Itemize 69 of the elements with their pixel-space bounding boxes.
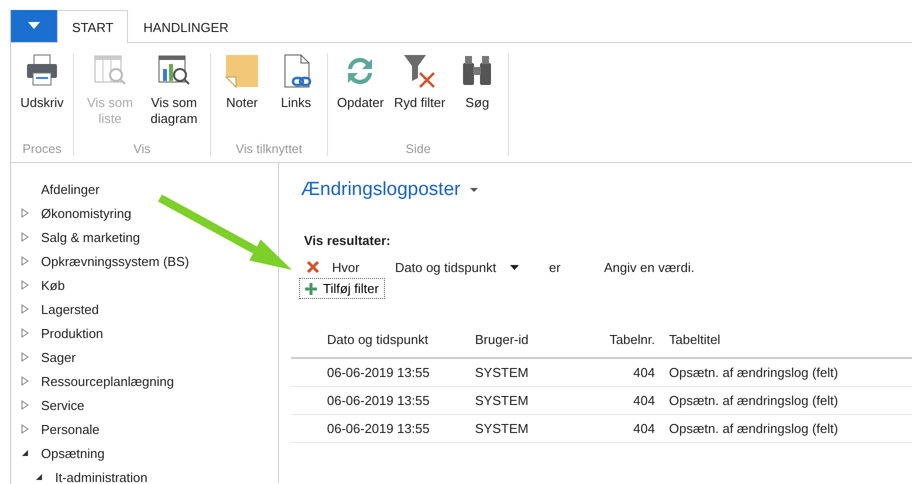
nav-item[interactable]: Køb xyxy=(41,278,65,292)
table-cell-text: Opsætn. af ændringslog (felt) xyxy=(669,393,840,408)
expand-arrow-icon[interactable] xyxy=(21,400,29,410)
collapse-arrow-icon[interactable] xyxy=(35,473,43,481)
nav-item[interactable]: Service xyxy=(41,398,84,412)
column-header[interactable]: Tabelnr. xyxy=(575,332,669,346)
expand-arrow-icon[interactable] xyxy=(21,256,29,266)
note-icon xyxy=(224,53,260,89)
table-cell-text: Opsætn. af ændringslog (felt) xyxy=(669,365,840,380)
add-filter-button[interactable]: Tilføj filter xyxy=(299,278,385,299)
operator-label: er xyxy=(549,260,562,274)
page-title: Ændringslogposter xyxy=(301,179,460,201)
remove-filter-icon[interactable] xyxy=(306,260,320,274)
nav-item[interactable]: Ressourceplanlægning xyxy=(41,374,174,388)
filter-clear-icon xyxy=(402,53,438,89)
column-header[interactable]: Dato og tidspunkt xyxy=(291,332,475,346)
group-label: Side xyxy=(404,141,432,156)
ribbon-button[interactable]: Links xyxy=(271,53,321,140)
ribbon-tab[interactable]: START xyxy=(57,10,128,43)
expand-arrow-icon[interactable] xyxy=(21,376,29,386)
table-cell-text: 404 xyxy=(632,365,656,380)
value-field[interactable]: Angiv en værdi. xyxy=(604,260,754,274)
table-cell-text: Opsætn. af ændringslog (felt) xyxy=(669,421,840,436)
ribbon-button[interactable]: Udskriv xyxy=(17,53,67,140)
group-label: Vis tilknyttet xyxy=(234,141,304,156)
collapse-arrow-icon[interactable] xyxy=(21,449,29,457)
table-cell-text: 404 xyxy=(632,421,656,436)
caret-icon xyxy=(28,22,40,30)
table-cell-text: 404 xyxy=(632,393,656,408)
table-cell-text: 06-06-2019 13:55 xyxy=(326,421,431,436)
ribbon-button[interactable]: Ryd filter xyxy=(390,53,448,140)
expand-arrow-icon[interactable] xyxy=(21,304,29,314)
ribbon-button[interactable]: Opdater xyxy=(334,53,387,140)
filter-heading: Vis resultater: xyxy=(304,233,392,248)
table-cell-text: SYSTEM xyxy=(475,421,530,436)
nav-item[interactable]: Produktion xyxy=(41,326,104,340)
nav-item[interactable]: Personale xyxy=(41,422,100,436)
nav-item[interactable]: Afdelinger xyxy=(41,182,100,196)
nav-item[interactable]: Økonomistyring xyxy=(41,206,132,220)
caret-icon xyxy=(510,264,520,270)
nav-item[interactable]: Opkrævningssystem (BS) xyxy=(41,254,190,268)
expand-arrow-icon[interactable] xyxy=(21,424,29,434)
expand-arrow-icon[interactable] xyxy=(21,232,29,242)
plus-icon xyxy=(305,282,317,294)
table-cell-text: SYSTEM xyxy=(475,393,530,408)
ribbon-button[interactable]: Noter xyxy=(217,53,267,140)
table-cell-text: 06-06-2019 13:55 xyxy=(326,393,431,408)
group-label: Proces xyxy=(22,141,62,156)
column-header[interactable]: Bruger-id xyxy=(475,332,575,346)
expand-arrow-icon[interactable] xyxy=(21,208,29,218)
nav-item[interactable]: Lagersted xyxy=(41,302,99,316)
caret-icon xyxy=(470,188,478,192)
ribbon-button[interactable]: Vis som diagram xyxy=(144,53,204,140)
expand-arrow-icon[interactable] xyxy=(21,280,29,290)
table-cell-text: 06-06-2019 13:55 xyxy=(326,365,431,380)
group-label: Vis xyxy=(132,141,152,156)
filter-label: Hvor xyxy=(332,260,360,274)
column-header[interactable]: Tabeltitel xyxy=(669,332,912,346)
table-cell-text: SYSTEM xyxy=(475,365,530,380)
nav-item[interactable]: Opsætning xyxy=(41,446,105,460)
ribbon-button[interactable]: Søg xyxy=(452,53,502,140)
nav-item[interactable]: Salg & marketing xyxy=(41,230,140,244)
app-menu-button[interactable] xyxy=(11,10,57,42)
nav-item[interactable]: Sager xyxy=(41,350,76,364)
ribbon-tab[interactable]: HANDLINGER xyxy=(128,11,244,43)
field-dropdown[interactable]: Dato og tidspunkt xyxy=(395,260,549,274)
nav-item[interactable]: It-administration xyxy=(55,470,148,484)
expand-arrow-icon[interactable] xyxy=(21,352,29,362)
expand-arrow-icon[interactable] xyxy=(21,328,29,338)
